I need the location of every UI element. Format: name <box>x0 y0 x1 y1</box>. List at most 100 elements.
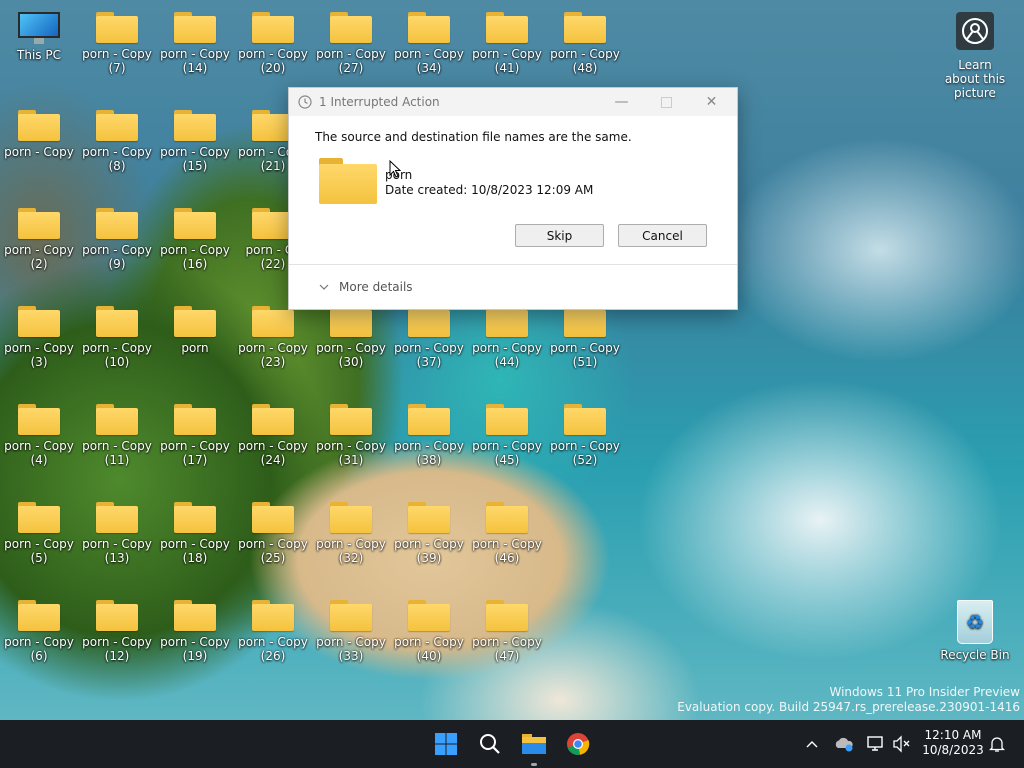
desktop-folder-item[interactable]: porn - Copy (31) <box>313 404 389 467</box>
onedrive-button[interactable] <box>832 732 856 756</box>
show-hidden-icons-button[interactable] <box>800 732 824 756</box>
chrome-button[interactable] <box>562 728 594 760</box>
search-button[interactable] <box>474 728 506 760</box>
desktop-folder-item[interactable]: porn - Copy (47) <box>469 600 545 663</box>
folder-label-line2: (13) <box>104 551 130 565</box>
desktop-folder-item[interactable]: porn - Copy (7) <box>79 12 155 75</box>
desktop-folder-item[interactable]: porn - Copy (48) <box>547 12 623 75</box>
folder-label-line2: (10) <box>104 355 130 369</box>
desktop-folder-item[interactable]: porn - Copy (51) <box>547 306 623 369</box>
minimize-button[interactable]: — <box>599 88 644 116</box>
folder-label-line2: (46) <box>494 551 520 565</box>
folder-label-line1: porn - Copy <box>160 635 230 649</box>
desktop-icon-this-pc[interactable]: This PC <box>1 12 77 62</box>
close-button[interactable]: ✕ <box>689 88 734 116</box>
desktop-folder-item[interactable]: porn - Copy (33) <box>313 600 389 663</box>
notifications-button[interactable] <box>985 732 1009 756</box>
desktop-folder-item[interactable]: porn - Copy (5) <box>1 502 77 565</box>
desktop-folder-item[interactable]: porn - Copy (8) <box>79 110 155 173</box>
volume-muted-icon <box>893 735 910 753</box>
cancel-button[interactable]: Cancel <box>618 224 707 247</box>
folder-icon <box>96 110 138 141</box>
folder-label-line1: porn - Copy <box>316 47 386 61</box>
desktop-folder-item[interactable]: porn - Copy (23) <box>235 306 311 369</box>
desktop-folder-item[interactable]: porn - Copy (6) <box>1 600 77 663</box>
desktop-folder-item[interactable]: porn - Copy (19) <box>157 600 233 663</box>
desktop-folder-item[interactable]: porn - Copy (46) <box>469 502 545 565</box>
desktop-folder-item[interactable]: porn - Copy (25) <box>235 502 311 565</box>
desktop-folder-item[interactable]: porn - Copy (4) <box>1 404 77 467</box>
folder-label-line2: (47) <box>494 649 520 663</box>
folder-label-line2: (44) <box>494 355 520 369</box>
chrome-icon <box>567 733 590 755</box>
desktop-folder-item[interactable]: porn - Copy (41) <box>469 12 545 75</box>
desktop-folder-item[interactable]: porn - Copy <box>1 110 77 159</box>
desktop-folder-item[interactable]: porn - Copy (32) <box>313 502 389 565</box>
desktop-folder-item[interactable]: porn - Copy (52) <box>547 404 623 467</box>
folder-label-line2: (18) <box>182 551 208 565</box>
folder-label-line1: porn - Copy <box>394 635 464 649</box>
desktop-folder-item[interactable]: porn - Copy (18) <box>157 502 233 565</box>
network-icon <box>867 736 883 751</box>
skip-button[interactable]: Skip <box>515 224 604 247</box>
desktop-folder-item[interactable]: porn - Copy (40) <box>391 600 467 663</box>
folder-icon <box>174 600 216 631</box>
folder-icon <box>330 12 372 43</box>
folder-label-line2: (6) <box>30 649 48 663</box>
desktop-folder-item[interactable]: porn - Copy (24) <box>235 404 311 467</box>
folder-icon <box>408 600 450 631</box>
desktop-folder-item[interactable]: porn - Copy (9) <box>79 208 155 271</box>
folder-icon <box>96 306 138 337</box>
minimize-icon: — <box>614 94 629 110</box>
desktop-folder-item[interactable]: porn - Copy (45) <box>469 404 545 467</box>
folder-icon <box>96 600 138 631</box>
desktop-folder-item[interactable]: porn - Copy (13) <box>79 502 155 565</box>
desktop-folder-item[interactable]: porn - Copy (16) <box>157 208 233 271</box>
learn-about-picture[interactable]: Learn about this picture <box>940 12 1010 100</box>
desktop-folder-item[interactable]: porn - Copy (39) <box>391 502 467 565</box>
network-button[interactable] <box>864 732 888 756</box>
folder-label-line1: porn - Copy <box>160 537 230 551</box>
desktop-folder-item[interactable]: porn - Copy (11) <box>79 404 155 467</box>
desktop-folder-item[interactable]: porn - Copy (38) <box>391 404 467 467</box>
folder-label-line2: (3) <box>30 355 48 369</box>
desktop-folder-item[interactable]: porn - Copy (10) <box>79 306 155 369</box>
start-button[interactable] <box>430 728 462 760</box>
volume-button[interactable] <box>890 732 914 756</box>
taskbar-clock[interactable]: 12:10 AM 10/8/2023 <box>918 728 988 758</box>
folder-label-line1: porn - Copy <box>82 145 152 159</box>
desktop-folder-item[interactable]: porn - Copy (37) <box>391 306 467 369</box>
desktop-icon-recycle-bin[interactable]: ♻ Recycle Bin <box>937 600 1013 662</box>
more-details-toggle[interactable]: More details <box>319 280 413 294</box>
desktop-folder-item[interactable]: porn - Copy (2) <box>1 208 77 271</box>
bell-icon <box>989 737 1005 752</box>
folder-label-line1: porn - Copy <box>4 537 74 551</box>
desktop-folder-item[interactable]: porn - Copy (20) <box>235 12 311 75</box>
desktop-folder-item[interactable]: porn - Copy (26) <box>235 600 311 663</box>
desktop-folder-item[interactable]: porn <box>157 306 233 355</box>
folder-label-line1: porn - Copy <box>238 341 308 355</box>
folder-label-line1: porn - Copy <box>4 145 74 159</box>
folder-label-line1: porn - Copy <box>472 635 542 649</box>
desktop-folder-item[interactable]: porn - Copy (34) <box>391 12 467 75</box>
folder-label-line2: (41) <box>494 61 520 75</box>
desktop-folder-item[interactable]: porn - Copy (30) <box>313 306 389 369</box>
desktop-folder-item[interactable]: porn - Copy (3) <box>1 306 77 369</box>
folder-icon <box>408 12 450 43</box>
desktop-folder-item[interactable]: porn - Copy (14) <box>157 12 233 75</box>
desktop-folder-item[interactable]: porn - Copy (27) <box>313 12 389 75</box>
desktop-folder-item[interactable]: porn - Copy (44) <box>469 306 545 369</box>
watermark-line1: Windows 11 Pro Insider Preview <box>829 685 1020 699</box>
folder-icon <box>408 306 450 337</box>
folder-label-line2: (25) <box>260 551 286 565</box>
folder-label-line2: (37) <box>416 355 442 369</box>
folder-label-line1: porn - Copy <box>472 537 542 551</box>
recycle-bin-icon: ♻ <box>957 600 993 644</box>
desktop-folder-item[interactable]: porn - Copy (15) <box>157 110 233 173</box>
folder-label-line2: (14) <box>182 61 208 75</box>
file-explorer-button[interactable] <box>518 728 550 760</box>
maximize-button[interactable] <box>644 88 689 116</box>
folder-icon <box>486 600 528 631</box>
desktop-folder-item[interactable]: porn - Copy (12) <box>79 600 155 663</box>
desktop-folder-item[interactable]: porn - Copy (17) <box>157 404 233 467</box>
